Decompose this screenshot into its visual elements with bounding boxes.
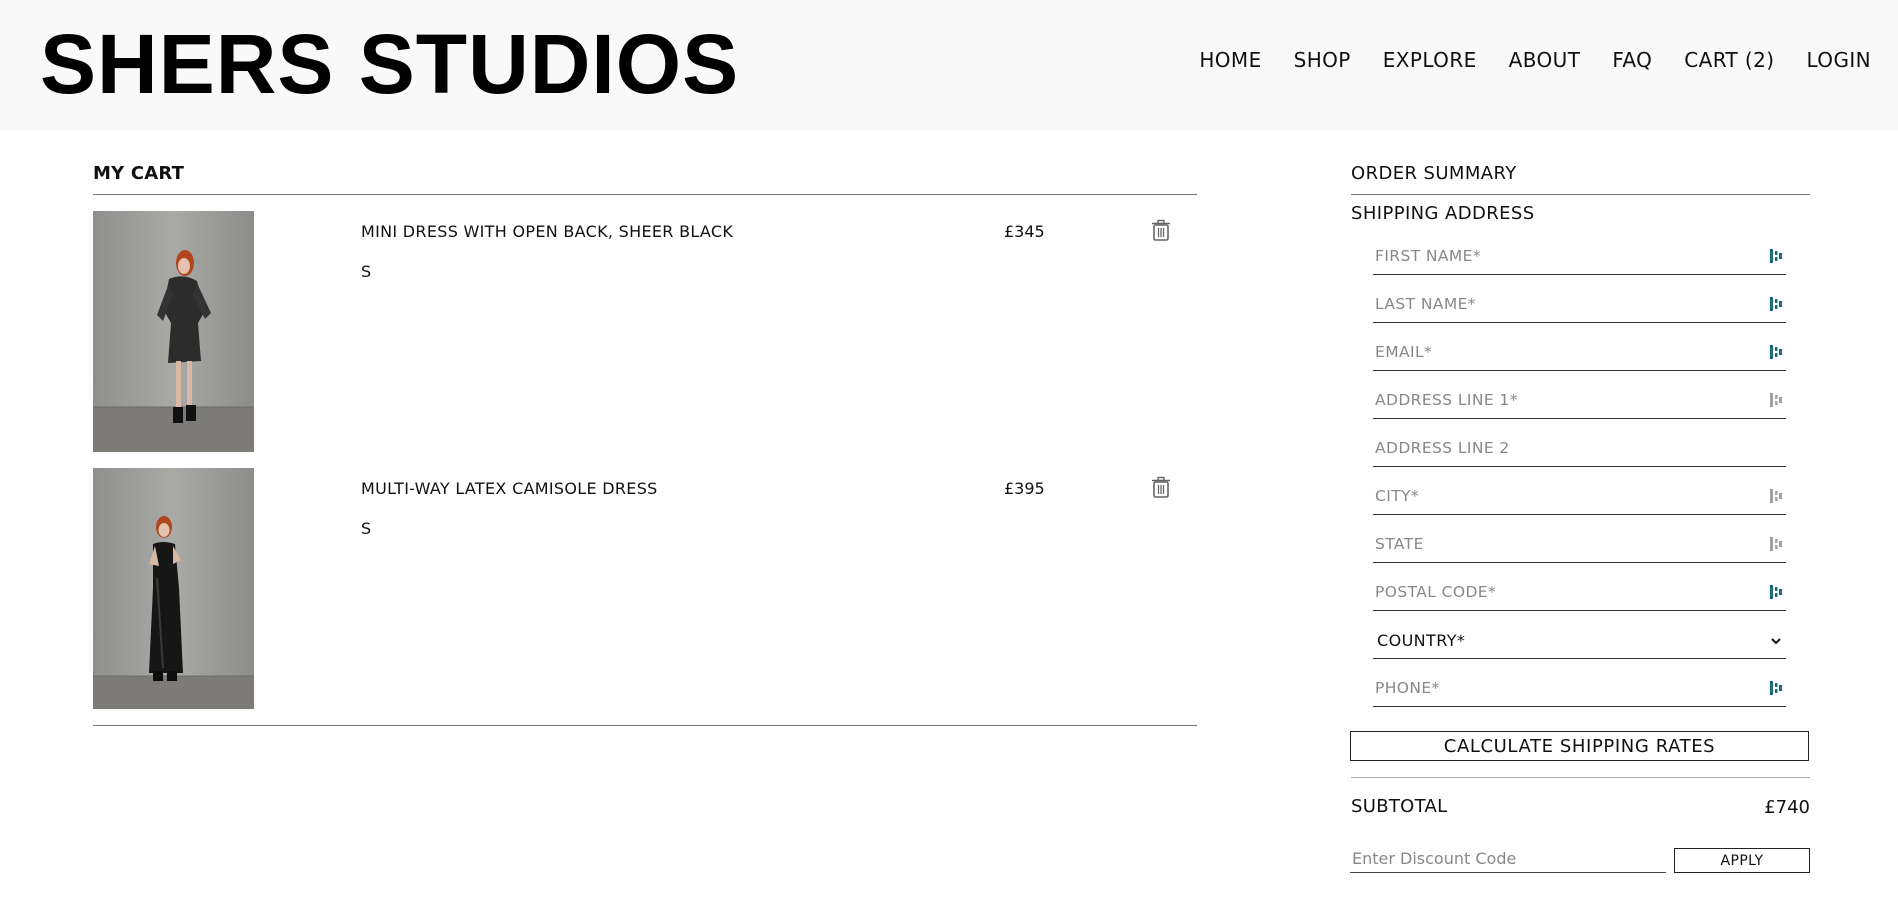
site-header: SHERS STUDIOS HOME SHOP EXPLORE ABOUT FA… — [0, 0, 1898, 130]
order-summary-title: ORDER SUMMARY — [1351, 163, 1517, 184]
email-field — [1373, 336, 1786, 371]
first-name-field — [1373, 240, 1786, 275]
nav-home[interactable]: HOME — [1199, 48, 1261, 72]
nav-login[interactable]: LOGIN — [1806, 48, 1871, 72]
cart-item: MINI DRESS WITH OPEN BACK, SHEER BLACK S… — [93, 211, 1197, 452]
nav-faq[interactable]: FAQ — [1612, 48, 1652, 72]
address-line-2-input[interactable] — [1373, 434, 1757, 462]
item-name[interactable]: MULTI-WAY LATEX CAMISOLE DRESS — [361, 479, 658, 498]
autofill-icon[interactable] — [1770, 345, 1782, 359]
phone-field — [1373, 672, 1786, 707]
discount-field — [1350, 845, 1666, 873]
cart-title: MY CART — [93, 163, 185, 184]
discount-code-input[interactable] — [1350, 845, 1664, 871]
subtotal-label: SUBTOTAL — [1351, 796, 1448, 817]
item-name[interactable]: MINI DRESS WITH OPEN BACK, SHEER BLACK — [361, 222, 733, 241]
autofill-icon[interactable] — [1770, 249, 1782, 263]
model-in-mini-dress-photo — [93, 211, 254, 452]
product-image[interactable] — [93, 468, 254, 709]
postal-code-input[interactable] — [1373, 578, 1757, 606]
city-input[interactable] — [1373, 482, 1757, 510]
autofill-icon[interactable] — [1770, 681, 1782, 695]
model-in-long-latex-dress-photo — [93, 468, 254, 709]
autofill-icon[interactable] — [1770, 585, 1782, 599]
nav-cart[interactable]: CART (2) — [1684, 48, 1774, 72]
country-select[interactable]: COUNTRY* — [1373, 624, 1786, 659]
main-nav: HOME SHOP EXPLORE ABOUT FAQ CART (2) LOG… — [1199, 48, 1871, 72]
subtotal-value: £740 — [1764, 797, 1810, 818]
first-name-input[interactable] — [1373, 242, 1757, 270]
email-input[interactable] — [1373, 338, 1757, 366]
phone-input[interactable] — [1373, 674, 1757, 702]
address-line-1-input[interactable] — [1373, 386, 1757, 414]
autofill-icon[interactable] — [1770, 297, 1782, 311]
apply-discount-button[interactable]: APPLY — [1674, 848, 1810, 873]
address-line-2-field — [1373, 432, 1786, 467]
product-image[interactable] — [93, 211, 254, 452]
summary-divider — [1351, 194, 1810, 195]
last-name-input[interactable] — [1373, 290, 1757, 318]
item-size: S — [361, 519, 372, 538]
autofill-icon[interactable] — [1770, 537, 1782, 551]
state-field — [1373, 528, 1786, 563]
postal-code-field — [1373, 576, 1786, 611]
trash-icon[interactable] — [1149, 475, 1173, 499]
country-select-value: COUNTRY* — [1377, 631, 1466, 650]
cart-item: MULTI-WAY LATEX CAMISOLE DRESS S £395 — [93, 468, 1197, 709]
subtotal-divider — [1351, 777, 1810, 778]
nav-about[interactable]: ABOUT — [1509, 48, 1581, 72]
calculate-shipping-button[interactable]: CALCULATE SHIPPING RATES — [1350, 731, 1809, 761]
cart-top-divider — [93, 194, 1197, 195]
last-name-field — [1373, 288, 1786, 323]
shipping-address-title: SHIPPING ADDRESS — [1351, 203, 1535, 224]
cart-bottom-divider — [93, 725, 1197, 726]
nav-explore[interactable]: EXPLORE — [1383, 48, 1477, 72]
brand-logo[interactable]: SHERS STUDIOS — [40, 15, 739, 113]
trash-icon[interactable] — [1149, 218, 1173, 242]
item-price: £395 — [1004, 479, 1045, 498]
item-size: S — [361, 262, 372, 281]
nav-shop[interactable]: SHOP — [1294, 48, 1351, 72]
item-price: £345 — [1004, 222, 1045, 241]
chevron-down-icon — [1771, 638, 1781, 645]
autofill-icon[interactable] — [1770, 393, 1782, 407]
city-field — [1373, 480, 1786, 515]
address-line-1-field — [1373, 384, 1786, 419]
state-input[interactable] — [1373, 530, 1757, 558]
autofill-icon[interactable] — [1770, 489, 1782, 503]
